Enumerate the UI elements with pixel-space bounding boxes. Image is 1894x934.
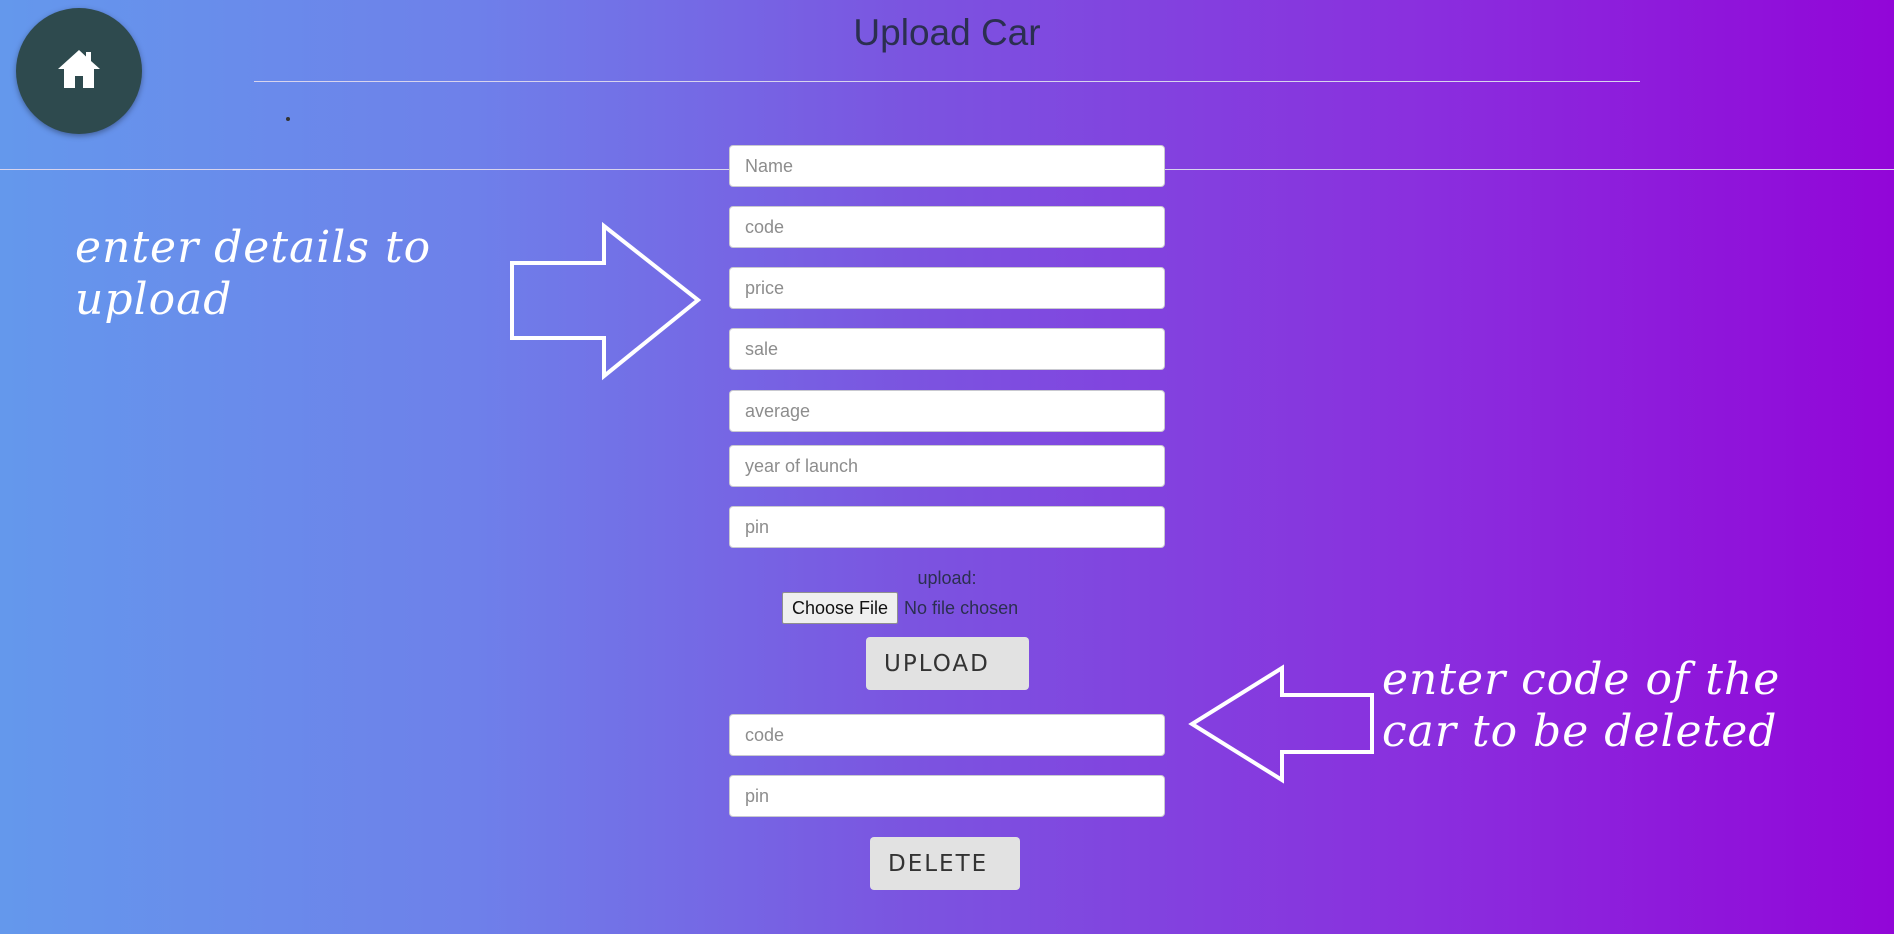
upload-hint-annotation: enter details to upload xyxy=(75,222,431,326)
sale-input[interactable] xyxy=(729,328,1165,370)
pin-input[interactable] xyxy=(729,506,1165,548)
upload-label: upload: xyxy=(917,568,977,588)
page-title: Upload Car xyxy=(853,12,1041,53)
delete-pin-input[interactable] xyxy=(729,775,1165,817)
arrow-left-icon xyxy=(1188,664,1374,784)
file-picker: Choose File No file chosen xyxy=(782,592,1018,624)
name-input[interactable] xyxy=(729,145,1165,187)
list-bullet xyxy=(286,117,290,121)
code-input[interactable] xyxy=(729,206,1165,248)
upload-hint-line-1: enter details to xyxy=(75,222,432,273)
average-input[interactable] xyxy=(729,390,1165,432)
price-input[interactable] xyxy=(729,267,1165,309)
delete-hint-annotation: enter code of the car to be deleted xyxy=(1382,654,1780,758)
delete-hint-line-1: enter code of the xyxy=(1382,654,1781,705)
year-of-launch-input[interactable] xyxy=(729,445,1165,487)
file-status: No file chosen xyxy=(904,597,1019,618)
arrow-right-icon xyxy=(510,222,702,381)
delete-code-input[interactable] xyxy=(729,714,1165,756)
upload-hint-line-2: upload xyxy=(75,274,233,325)
delete-button[interactable]: DELETE xyxy=(870,837,1020,890)
title-divider xyxy=(254,81,1640,82)
upload-button[interactable]: UPLOAD xyxy=(866,637,1029,690)
delete-hint-line-2: car to be deleted xyxy=(1382,706,1778,757)
choose-file-button[interactable]: Choose File xyxy=(782,592,899,624)
